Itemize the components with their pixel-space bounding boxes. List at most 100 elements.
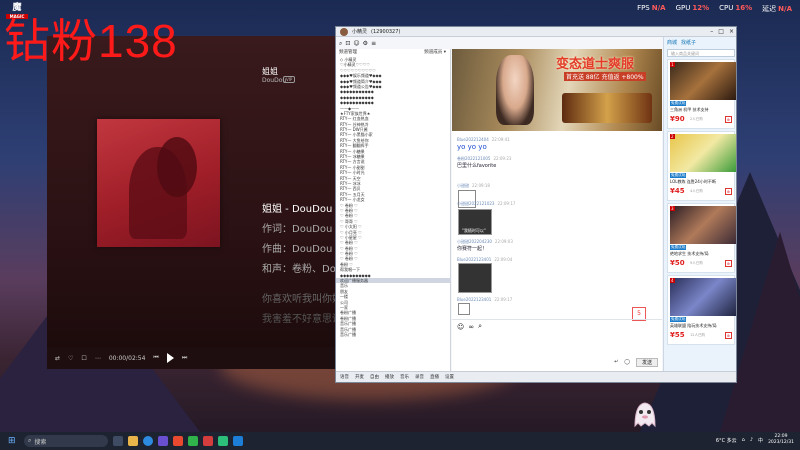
tree-rows: ◇ 小精灵 ♡小精灵♡♡♡♡ ♡♡♡♡♡♡♡♡♡♡ ◆◆◆♥娱乐频道♥◆◆◆ ◆◆◆♥频…: [336, 57, 450, 337]
send-button[interactable]: 发送: [635, 357, 658, 367]
shop-card[interactable]: 1 免费试玩 三角洲 机甲 技术支持 ¥90 2人已购 ⊕: [667, 59, 736, 129]
comment-icon[interactable]: ☐: [81, 355, 86, 362]
banner-title: 变态道士爽服: [556, 57, 635, 72]
bottom-item[interactable]: 录音: [415, 374, 424, 380]
album-cover: [97, 119, 220, 247]
link-icon[interactable]: ∞: [468, 323, 474, 331]
play-icon[interactable]: [166, 353, 174, 363]
maximize-icon[interactable]: □: [718, 28, 724, 35]
product-image: [670, 134, 736, 172]
playback-time: 00:00/02:54: [108, 354, 146, 362]
prev-icon[interactable]: ⏮: [153, 354, 158, 362]
input-toolbar: ☺ ∞ ⌕: [452, 319, 662, 333]
product-price: ¥90: [670, 115, 685, 123]
banner-character: [496, 55, 534, 125]
chat-bubble-icon[interactable]: ◯: [624, 359, 630, 365]
app-icon[interactable]: [233, 436, 243, 446]
sticker-image: [458, 263, 492, 293]
message-header: 小甜甜2022121023 22:09:17: [457, 201, 516, 206]
lyric-line: 你喜欢听我叫你姐姐: [262, 294, 335, 305]
product-tag: 免费试玩: [670, 101, 687, 106]
ad-banner[interactable]: 变态道士爽服 首充送 88亿 充值返 +800%: [452, 49, 662, 131]
product-image: [670, 278, 736, 316]
clock-date: 2023/12/31: [768, 440, 794, 445]
cover-silhouette: [157, 137, 197, 197]
close-icon[interactable]: ×: [729, 28, 734, 35]
shop-card[interactable]: 2 免费试玩 LOL教练 连胜24小时不断 ¥45 4人已购 ⊕: [667, 131, 736, 201]
rank-badge: 2: [670, 134, 675, 139]
tab-shop[interactable]: 商城: [667, 39, 677, 46]
cart-icon[interactable]: ⊕: [724, 116, 732, 123]
bottom-item[interactable]: 设置: [445, 374, 454, 380]
minimize-icon[interactable]: –: [710, 28, 713, 35]
list-icon[interactable]: ≡: [371, 40, 376, 47]
latency-readout: 延迟 N/A: [762, 5, 792, 13]
rank-badge: 4: [670, 278, 675, 283]
song-title: 姐姐: [262, 67, 278, 76]
lyric-line: 我害羞不好意思说出来: [262, 314, 335, 325]
emoji-icon[interactable]: ☺: [457, 323, 464, 331]
weather-text[interactable]: 6°C 多云: [716, 437, 737, 444]
bottom-item[interactable]: 语音: [340, 374, 349, 380]
lyric-line: 作曲：DouDou: [262, 244, 333, 255]
desktop-pet-icon[interactable]: [630, 398, 660, 428]
mode-icon[interactable]: ⇄: [55, 355, 60, 362]
network-icon[interactable]: ⌂: [742, 437, 745, 443]
media-icon[interactable]: [173, 436, 183, 446]
clock[interactable]: 22:09 2023/12/31: [768, 434, 794, 446]
settings-icon[interactable]: ⚙: [363, 40, 368, 47]
shop-cards: 1 免费试玩 三角洲 机甲 技术支持 ¥90 2人已购 ⊕ 2 免费试玩 LOL教练 连胜24小…: [664, 59, 736, 345]
chat-client-window[interactable]: 小精灵 (12900327) – □ × ⌕ ⊡ ☺ ⚙ ≡ 频道管理 频道成员…: [335, 26, 737, 383]
tab-find[interactable]: 找纸子: [681, 39, 696, 46]
bottom-item[interactable]: 播放: [385, 374, 394, 380]
shop-search-input[interactable]: 输入商品关键词: [667, 49, 735, 57]
shop-card[interactable]: 4 免费试玩 英雄联盟 陪玩技术支持/局 ¥55 12人已购 ⊕: [667, 275, 736, 345]
product-title: 三角洲 机甲 技术支持: [670, 107, 709, 112]
bottom-item[interactable]: 自由: [370, 374, 379, 380]
bottom-item[interactable]: 直播: [430, 374, 439, 380]
next-icon[interactable]: ⏭: [182, 354, 187, 362]
wechat-icon[interactable]: [188, 436, 198, 446]
perf-overlay: FPS N/A GPU 12% CPU 16% 延迟 N/A: [637, 4, 792, 14]
bottom-item[interactable]: 开麦: [355, 374, 364, 380]
cart-icon[interactable]: ⊕: [724, 260, 732, 267]
shop-card[interactable]: 3 免费试玩 绝地求生 技术支持/局 ¥50 9人已购 ⊕: [667, 203, 736, 273]
user-icon[interactable]: ☺: [353, 40, 359, 47]
taskbar-search[interactable]: ⌕ 搜索: [24, 435, 108, 447]
enter-icon[interactable]: ↵: [614, 359, 618, 365]
music-player-window[interactable]: 姐姐 DouDou VIP 姐姐 - DouDou 作词：DouDou 作曲：D…: [47, 36, 335, 369]
product-image: [670, 206, 736, 244]
message-text: 巴里什么favorite: [457, 163, 497, 169]
tree-header-right[interactable]: 频道成员 ▾: [424, 49, 446, 57]
app-icon[interactable]: [218, 436, 228, 446]
lock-icon[interactable]: ⊡: [345, 40, 350, 47]
channel-tree[interactable]: 频道管理 频道成员 ▾ ◇ 小精灵 ♡小精灵♡♡♡♡ ♡♡♡♡♡♡♡♡♡♡ ◆◆◆♥娱…: [336, 49, 451, 372]
product-tag: 免费试玩: [670, 317, 687, 322]
file-explorer-icon[interactable]: [128, 436, 138, 446]
bottom-item[interactable]: 音乐: [400, 374, 409, 380]
more-icon[interactable]: ⋯: [95, 355, 101, 362]
vip-badge: VIP: [283, 76, 296, 83]
chat-toolbar: ⌕ ⊡ ☺ ⚙ ≡: [336, 38, 451, 48]
product-tag: 免费试玩: [670, 173, 687, 178]
tree-row[interactable]: 音乐广播: [336, 332, 450, 337]
gpu-readout: GPU 12%: [675, 4, 710, 12]
cart-icon[interactable]: ⊕: [724, 332, 732, 339]
app-icon[interactable]: [158, 436, 168, 446]
avatar[interactable]: [340, 27, 348, 36]
search-icon[interactable]: ⌕: [339, 40, 342, 47]
app-icon[interactable]: [203, 436, 213, 446]
like-icon[interactable]: ♡: [68, 355, 73, 362]
browser-icon[interactable]: [143, 436, 153, 446]
cart-icon[interactable]: ⊕: [724, 188, 732, 195]
volume-icon[interactable]: ♪: [750, 437, 753, 443]
system-tray: 6°C 多云 ⌂ ♪ 中 22:09 2023/12/31: [716, 434, 794, 446]
search-icon[interactable]: ⌕: [478, 322, 482, 331]
product-price: ¥50: [670, 259, 685, 267]
lyric-line: 和声：卷粉、DouDou: [262, 264, 335, 275]
taskview-icon[interactable]: [113, 436, 123, 446]
windows-start-icon[interactable]: ⊞: [8, 436, 16, 446]
message-text: yo yo yo: [457, 143, 487, 151]
chat-bottom-bar: 语音 开麦 自由 播放 音乐 录音 直播 设置: [336, 371, 736, 382]
input-language[interactable]: 中: [758, 437, 763, 444]
